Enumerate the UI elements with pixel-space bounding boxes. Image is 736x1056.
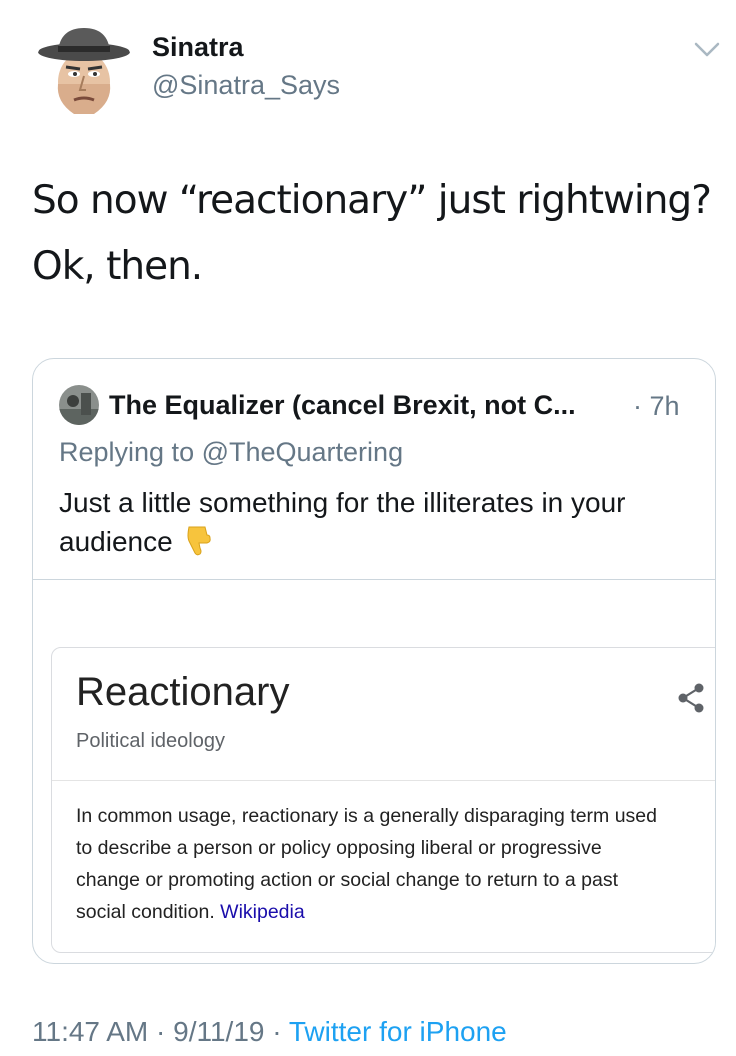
tweet-time: 11:47 AM <box>32 1016 149 1047</box>
quoted-line: Just a little something for the illitera… <box>59 487 626 518</box>
quoted-time: · 7h <box>633 391 680 421</box>
description-line: In common usage, reactionary is a genera… <box>76 805 657 827</box>
description-line: to describe a person or policy opposing … <box>76 837 602 859</box>
avatar-photo-icon <box>59 385 99 425</box>
description-line: change or promoting action or social cha… <box>76 869 618 891</box>
quoted-line: audience <box>59 526 173 557</box>
author-handle[interactable]: @Sinatra_Says <box>152 70 340 101</box>
card-title: Reactionary <box>76 670 290 714</box>
card-description: In common usage, reactionary is a genera… <box>76 800 715 928</box>
quoted-author-name[interactable]: The Equalizer (cancel Brexit, not C... <box>109 390 576 421</box>
knowledge-card-image[interactable]: Reactionary Political ideology In common… <box>51 647 715 953</box>
description-line-4: social condition. Wikipedia <box>76 896 715 928</box>
tweet-text: So now “reactionary” just rightwing? Ok,… <box>32 168 712 300</box>
quote-divider <box>33 579 715 580</box>
card-divider <box>52 780 715 781</box>
quoted-tweet[interactable]: The Equalizer (cancel Brexit, not C... ·… <box>32 358 716 964</box>
description-line: social condition. <box>76 901 215 923</box>
tweet-line: Ok, then. <box>32 244 203 289</box>
share-icon <box>678 683 704 713</box>
pointing-down-emoji-icon <box>187 526 211 556</box>
tweet-line: So now “reactionary” just rightwing? <box>32 178 712 223</box>
tweet-source-link[interactable]: Twitter for iPhone <box>289 1016 507 1047</box>
chevron-down-icon[interactable] <box>692 38 722 62</box>
avatar[interactable] <box>34 22 134 122</box>
wikipedia-link: Wikipedia <box>220 901 305 923</box>
meta-separator: · <box>272 1016 282 1047</box>
author-name[interactable]: Sinatra <box>152 32 244 63</box>
quoted-text: Just a little something for the illitera… <box>59 483 699 561</box>
quoted-author-avatar[interactable] <box>59 385 99 425</box>
avatar-cartoon-icon <box>38 28 130 114</box>
tweet-date: 9/11/19 <box>173 1016 265 1047</box>
card-subtitle: Political ideology <box>76 730 225 752</box>
replying-to[interactable]: Replying to @TheQuartering <box>59 437 403 468</box>
quoted-line-2: audience <box>59 522 699 561</box>
meta-separator: · <box>156 1016 166 1047</box>
tweet-meta: 11:47 AM · 9/11/19 · Twitter for iPhone <box>32 1016 507 1048</box>
